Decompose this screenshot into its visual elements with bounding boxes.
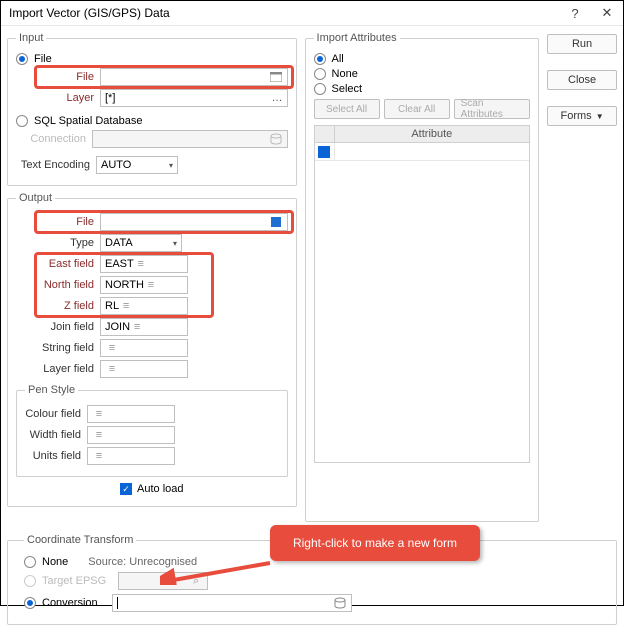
forms-button[interactable]: Forms▼ (547, 106, 617, 126)
pen-style-legend: Pen Style (25, 384, 78, 396)
window-title: Import Vector (GIS/GPS) Data (9, 6, 551, 20)
colour-label: Colour field (25, 408, 87, 420)
input-layer-label: Layer (38, 92, 100, 104)
grip-icon[interactable]: ≡ (92, 450, 106, 462)
string-label: String field (38, 342, 100, 354)
encoding-label: Text Encoding (16, 159, 96, 171)
input-legend: Input (16, 32, 46, 44)
output-file-field[interactable] (100, 213, 288, 231)
attribute-header: Attribute (314, 125, 531, 143)
chevron-down-icon: ▾ (173, 239, 177, 248)
output-type-label: Type (38, 237, 100, 249)
coord-legend: Coordinate Transform (24, 534, 136, 546)
connection-label: Connection (22, 133, 92, 145)
scan-button: Scan Attributes (454, 99, 530, 119)
input-file-label: File (38, 71, 100, 83)
coord-target-radio (24, 575, 36, 587)
grip-icon[interactable]: ≡ (119, 300, 133, 312)
input-sql-option[interactable]: SQL Spatial Database (34, 115, 142, 127)
chevron-down-icon: ▼ (596, 112, 604, 121)
width-label: Width field (25, 429, 87, 441)
annotation-callout: Right-click to make a new form (270, 525, 480, 561)
north-field[interactable]: NORTH≡ (100, 276, 188, 294)
grip-icon[interactable]: ≡ (92, 429, 106, 441)
annotation-arrow (160, 555, 280, 585)
grip-icon[interactable]: ≡ (144, 279, 158, 291)
units-label: Units field (25, 450, 87, 462)
coord-target-label: Target EPSG (42, 575, 106, 587)
attr-all-radio[interactable] (314, 53, 326, 65)
string-field[interactable]: ≡ (100, 339, 188, 357)
attribute-list[interactable] (314, 143, 531, 463)
north-label: North field (38, 279, 100, 291)
grip-icon[interactable]: ≡ (92, 408, 106, 420)
autoload-label[interactable]: Auto load (137, 483, 183, 495)
conversion-field[interactable] (112, 594, 352, 612)
colour-field[interactable]: ≡ (87, 405, 175, 423)
grip-icon[interactable]: ≡ (130, 321, 144, 333)
encoding-select[interactable]: AUTO▾ (96, 156, 178, 174)
table-row[interactable] (315, 143, 530, 161)
grip-icon[interactable]: ≡ (105, 363, 119, 375)
output-legend: Output (16, 192, 55, 204)
pen-style-group: Pen Style Colour field ≡ Width field ≡ Uni… (16, 384, 288, 477)
input-file-radio[interactable] (16, 53, 28, 65)
attr-select-radio[interactable] (314, 83, 326, 95)
z-field[interactable]: RL≡ (100, 297, 188, 315)
attributes-legend: Import Attributes (314, 32, 400, 44)
close-icon[interactable]: ✕ (599, 5, 615, 21)
output-group: Output File Type DATA▾ (7, 192, 297, 507)
help-icon[interactable]: ? (567, 6, 583, 21)
clear-all-button: Clear All (384, 99, 450, 119)
input-layer-field[interactable]: [*] … (100, 89, 288, 107)
close-button[interactable]: Close (547, 70, 617, 90)
db-icon (269, 132, 283, 146)
attr-select-label[interactable]: Select (332, 83, 363, 95)
select-all-button: Select All (314, 99, 380, 119)
join-label: Join field (38, 321, 100, 333)
colour-chip-icon[interactable] (269, 215, 283, 229)
attributes-group: Import Attributes All None Select Select… (305, 32, 540, 522)
autoload-checkbox[interactable]: ✓ (120, 483, 132, 495)
coord-conv-label[interactable]: Conversion (42, 597, 98, 609)
input-file-option[interactable]: File (34, 53, 52, 65)
chevron-down-icon: ▾ (169, 161, 173, 170)
more-icon[interactable]: … (272, 92, 283, 104)
east-field[interactable]: EAST≡ (100, 255, 188, 273)
input-file-field[interactable] (100, 68, 288, 86)
connection-field (92, 130, 288, 148)
z-label: Z field (38, 300, 100, 312)
layerfield-label: Layer field (38, 363, 100, 375)
east-label: East field (38, 258, 100, 270)
attr-none-radio[interactable] (314, 68, 326, 80)
coord-none-label[interactable]: None (42, 556, 68, 568)
join-field[interactable]: JOIN≡ (100, 318, 188, 336)
row-checkbox[interactable] (318, 146, 330, 158)
units-field[interactable]: ≡ (87, 447, 175, 465)
attr-all-label[interactable]: All (332, 53, 344, 65)
db-icon[interactable] (333, 596, 347, 610)
output-type-select[interactable]: DATA▾ (100, 234, 182, 252)
width-field[interactable]: ≡ (87, 426, 175, 444)
grip-icon[interactable]: ≡ (134, 258, 148, 270)
layerfield-field[interactable]: ≡ (100, 360, 188, 378)
output-file-label: File (38, 216, 100, 228)
grip-icon[interactable]: ≡ (105, 342, 119, 354)
coord-none-radio[interactable] (24, 556, 36, 568)
input-sql-radio[interactable] (16, 115, 28, 127)
file-browse-icon[interactable] (269, 70, 283, 84)
coord-conv-radio[interactable] (24, 597, 36, 609)
run-button[interactable]: Run (547, 34, 617, 54)
input-group: Input File File (7, 32, 297, 186)
attr-none-label[interactable]: None (332, 68, 358, 80)
